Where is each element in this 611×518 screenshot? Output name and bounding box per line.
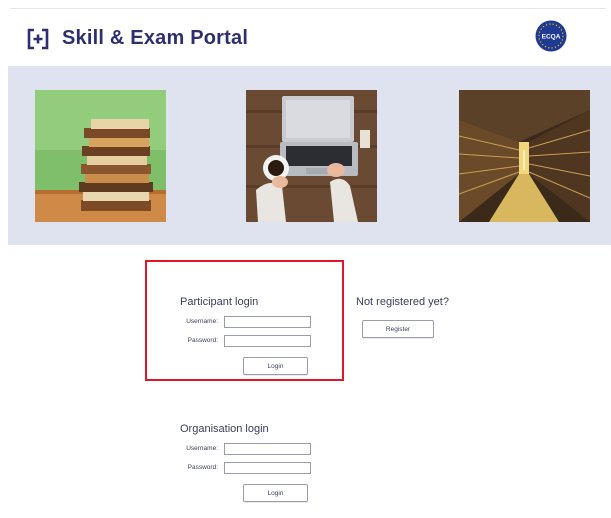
stack-of-books-photo (35, 90, 166, 222)
library-shelves-photo (459, 90, 590, 222)
ecqa-logo: ECQA (535, 20, 567, 52)
register-button[interactable]: Register (362, 320, 434, 338)
register-prompt: Not registered yet? (356, 296, 449, 308)
header: Skill & Exam Portal ECQA (0, 0, 611, 66)
image-banner (8, 66, 611, 245)
organisation-username-label: Username: (186, 445, 218, 452)
organisation-password-input[interactable] (224, 462, 311, 474)
bracket-plus-icon (27, 28, 49, 50)
laptop-coffee-photo (246, 90, 377, 222)
organisation-username-input[interactable] (224, 443, 311, 455)
participant-password-label: Password: (187, 337, 218, 344)
organisation-password-label: Password: (187, 464, 218, 471)
participant-login-title: Participant login (180, 296, 259, 308)
participant-username-input[interactable] (224, 316, 311, 328)
app-title: Skill & Exam Portal (62, 27, 249, 49)
participant-login-button[interactable]: Login (243, 357, 308, 375)
participant-password-input[interactable] (224, 335, 311, 347)
organisation-login-button[interactable]: Login (243, 484, 308, 502)
ecqa-badge-text: ECQA (542, 34, 561, 41)
organisation-login-title: Organisation login (180, 423, 269, 435)
participant-username-label: Username: (186, 318, 218, 325)
